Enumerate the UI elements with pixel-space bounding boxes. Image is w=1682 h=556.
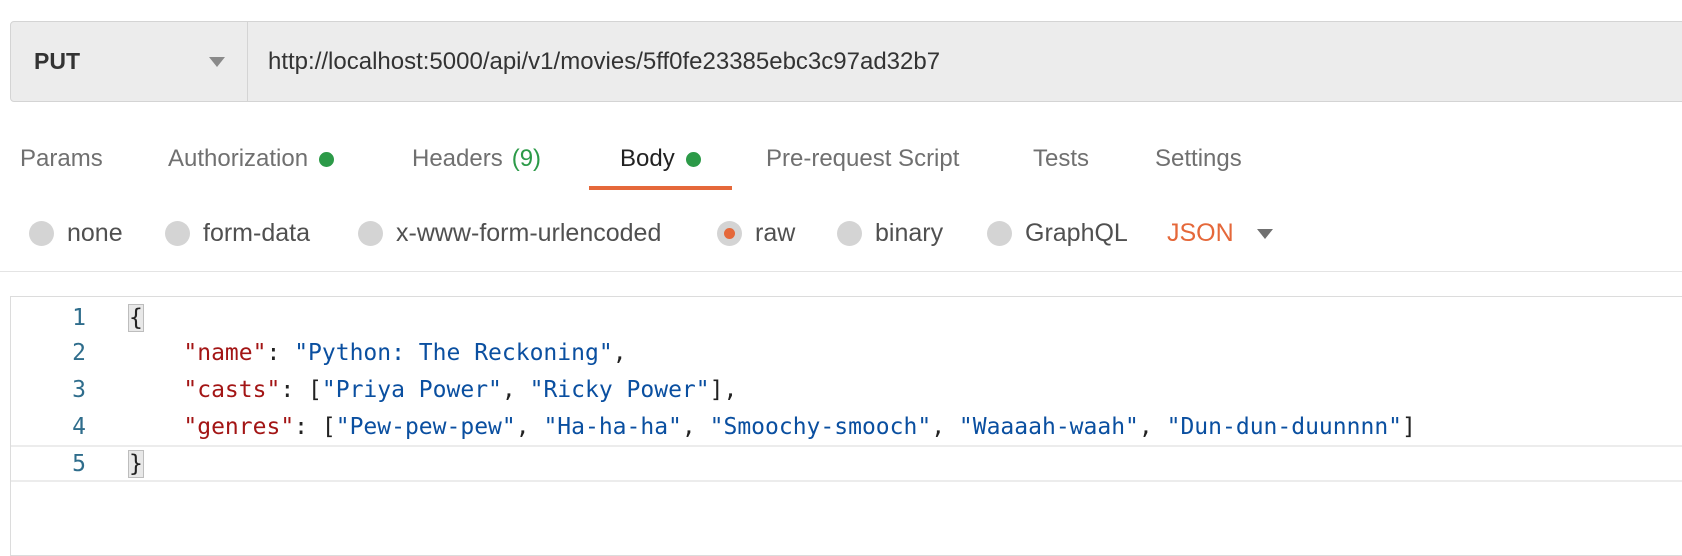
json-string: "Waaaah-waah" <box>958 413 1139 440</box>
brace-open: { <box>128 303 144 332</box>
json-string: "Dun-dun-duunnnn" <box>1166 413 1403 440</box>
option-label: GraphQL <box>1025 218 1128 247</box>
tab-label: Pre-request Script <box>766 145 960 172</box>
url-input[interactable] <box>248 22 1682 101</box>
json-key: "genres" <box>183 413 295 440</box>
tab-headers[interactable]: Headers (9) <box>412 130 541 190</box>
editor-line: 1 { <box>11 299 1682 336</box>
line-number: 3 <box>72 376 86 403</box>
line-number: 4 <box>72 413 86 440</box>
editor-line: 3 "casts": ["Priya Power", "Ricky Power"… <box>11 371 1682 408</box>
radio-button[interactable] <box>987 220 1012 246</box>
json-string: "Ha-ha-ha" <box>543 413 682 440</box>
option-label: raw <box>755 218 796 247</box>
option-label: binary <box>875 218 944 247</box>
tab-pre-request-script[interactable]: Pre-request Script <box>766 130 959 190</box>
tab-label: Authorization <box>168 145 309 172</box>
line-number: 2 <box>72 339 86 366</box>
json-key: "casts" <box>183 376 281 403</box>
method-dropdown[interactable]: PUT <box>11 22 248 101</box>
json-key: "name" <box>183 339 267 366</box>
body-option-raw[interactable]: raw <box>717 205 795 261</box>
line-number: 1 <box>72 304 86 331</box>
tab-label: Headers <box>412 145 503 172</box>
code-text: "name": "Python: The Reckoning", <box>183 339 627 366</box>
editor-line: 4 "genres": ["Pew-pew-pew", "Ha-ha-ha", … <box>11 408 1682 445</box>
request-url-bar: PUT <box>10 21 1682 102</box>
tab-label: Params <box>20 145 103 172</box>
body-type-options: none form-data x-www-form-urlencoded raw… <box>0 205 1682 261</box>
brace-close: } <box>128 449 144 478</box>
tab-params[interactable]: Params <box>20 130 103 190</box>
chevron-down-icon[interactable] <box>1257 229 1273 239</box>
body-option-binary[interactable]: binary <box>837 205 943 261</box>
body-option-graphql[interactable]: GraphQL <box>987 205 1128 261</box>
body-option-none[interactable]: none <box>29 205 123 261</box>
json-string: "Python: The Reckoning" <box>294 339 613 366</box>
body-option-urlencoded[interactable]: x-www-form-urlencoded <box>358 205 661 261</box>
json-string: "Ricky Power" <box>529 376 710 403</box>
radio-button[interactable] <box>358 220 383 246</box>
editor-line: 2 "name": "Python: The Reckoning", <box>11 334 1682 371</box>
method-label: PUT <box>34 48 80 74</box>
code-text: "casts": ["Priya Power", "Ricky Power"], <box>183 376 738 403</box>
radio-button[interactable] <box>29 220 54 246</box>
code-text: "genres": ["Pew-pew-pew", "Ha-ha-ha", "S… <box>183 413 1416 440</box>
json-string: "Pew-pew-pew" <box>335 413 516 440</box>
option-label: none <box>67 218 123 247</box>
tab-label: Body <box>620 145 675 172</box>
line-number: 5 <box>72 450 86 477</box>
body-option-form-data[interactable]: form-data <box>165 205 310 261</box>
status-dot-icon <box>685 151 701 167</box>
code-text: { <box>128 303 144 332</box>
request-tabs: Params Authorization Headers (9) Body Pr… <box>0 130 1682 190</box>
divider <box>0 271 1682 272</box>
tab-settings[interactable]: Settings <box>1155 130 1242 190</box>
option-label: form-data <box>203 218 310 247</box>
radio-button-selected[interactable] <box>717 220 742 246</box>
radio-button[interactable] <box>165 220 190 246</box>
code-text: } <box>128 449 144 478</box>
tab-body[interactable]: Body <box>589 130 732 190</box>
json-string: "Smoochy-smooch" <box>709 413 932 440</box>
radio-button[interactable] <box>837 220 862 246</box>
tab-tests[interactable]: Tests <box>1033 130 1089 190</box>
tab-label: Tests <box>1033 145 1090 172</box>
chevron-down-icon <box>209 56 225 67</box>
json-string: "Priya Power" <box>321 376 502 403</box>
option-label: x-www-form-urlencoded <box>396 218 662 247</box>
code-editor[interactable]: 1 { 2 "name": "Python: The Reckoning", 3… <box>10 296 1682 556</box>
editor-line-current: 5 } <box>11 445 1682 482</box>
tab-authorization[interactable]: Authorization <box>168 130 335 190</box>
body-format-select[interactable]: JSON <box>1167 205 1234 261</box>
tab-label: Settings <box>1155 145 1242 172</box>
headers-count: (9) <box>511 145 542 172</box>
status-dot-icon <box>319 151 335 167</box>
body-format-label: JSON <box>1167 218 1234 247</box>
